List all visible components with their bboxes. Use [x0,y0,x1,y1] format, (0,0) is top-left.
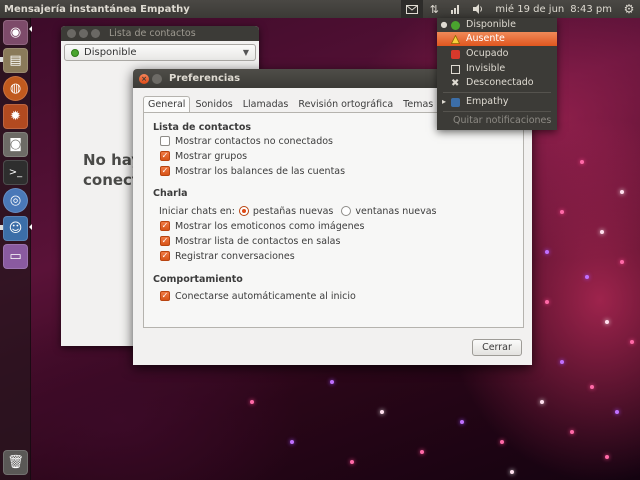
checkbox[interactable] [160,136,170,146]
menu-item-invisible[interactable]: Invisible [437,62,557,76]
camera-icon[interactable]: ◙ [3,132,28,157]
checkbox[interactable]: ✓ [160,236,170,246]
menu-item-label: Disponible [466,19,516,30]
tab-themes[interactable]: Temas [398,96,438,112]
tab-spellcheck[interactable]: Revisión ortográfica [293,96,398,112]
menu-item-label: Desconectado [466,77,534,88]
tab-bar: General Sonidos Llamadas Revisión ortogr… [143,96,438,112]
contact-list-title: Lista de contactos [109,28,196,39]
available-icon [451,20,460,30]
focused-indicator [29,224,32,230]
away-icon [450,34,461,44]
menu-item-away[interactable]: Ausente [437,32,557,46]
selected-bullet-icon: ● [440,20,448,29]
checkbox[interactable]: ✓ [160,251,170,261]
contact-list-titlebar[interactable]: Lista de contactos [61,26,259,41]
tab-general[interactable]: General [143,96,191,112]
offline-icon: ✖ [451,77,460,89]
volume-icon[interactable]: ⇅ [423,0,445,18]
files-icon[interactable]: ▤ [3,48,28,73]
option-label: Mostrar los balances de las cuentas [175,165,346,177]
messaging-menu: ● Disponible Ausente Ocupado Invisible ✖… [437,18,557,130]
checkbox[interactable]: ✓ [160,151,170,161]
option-label: Mostrar los emoticonos como imágenes [175,220,365,232]
clock-date[interactable]: mié 19 de jun [489,4,570,15]
option-show-balances[interactable]: ✓ Mostrar los balances de las cuentas [160,165,345,177]
option-log-conversations[interactable]: ✓ Registrar conversaciones [160,250,295,262]
radio-new-windows-label[interactable]: ventanas nuevas [355,206,436,217]
empathy-icon [451,97,460,107]
menu-item-busy[interactable]: Ocupado [437,47,557,61]
general-pane: Lista de contactos Mostrar contactos no … [143,112,524,328]
app-title: Mensajería instantánea Empathy [4,3,190,15]
radio-new-tabs[interactable] [238,206,249,216]
option-label: Conectarse automáticamente al inicio [175,290,356,302]
option-show-groups[interactable]: ✓ Mostrar grupos [160,150,247,162]
section-title-behavior: Comportamiento [153,274,243,285]
checkbox[interactable]: ✓ [160,166,170,176]
menu-item-clear-notifications[interactable]: Quitar notificaciones [437,114,557,128]
busy-icon [451,49,460,59]
terminal-icon[interactable]: >_ [3,160,28,185]
preferences-title: Preferencias [169,73,241,84]
mail-icon[interactable] [401,0,424,18]
menu-item-empathy[interactable]: ▸ Empathy [437,95,557,109]
tab-calls[interactable]: Llamadas [238,96,294,112]
invisible-icon [451,64,460,74]
minimize-icon[interactable] [152,74,162,84]
launcher: ◉ ▤ ◍ ✹ ◙ >_ ◎ ☺ ▭ 🗑 [0,18,32,480]
checkbox[interactable]: ✓ [160,221,170,231]
menu-item-offline[interactable]: ✖ Desconectado [437,76,557,90]
option-room-contacts[interactable]: ✓ Mostrar lista de contactos en salas [160,235,340,247]
close-icon[interactable] [67,29,76,38]
close-icon[interactable]: × [139,74,149,84]
running-arrow-icon: ▸ [441,97,446,106]
menu-separator [443,111,551,112]
open-chats-row: Iniciar chats en: pestañas nuevas ventan… [159,205,437,217]
maximize-icon[interactable] [91,29,100,38]
section-title-chat: Charla [153,188,188,199]
minimize-icon[interactable] [79,29,88,38]
active-indicator [29,26,32,32]
gear-icon[interactable]: ⚙ [618,0,640,18]
window-icon[interactable]: ▭ [3,244,28,269]
radio-new-windows[interactable] [341,206,352,216]
menu-item-label: Invisible [466,63,506,74]
close-button[interactable]: Cerrar [472,339,522,356]
checkbox[interactable]: ✓ [160,291,170,301]
trash-icon[interactable]: 🗑 [3,450,28,475]
option-label: Registrar conversaciones [175,250,295,262]
top-panel: Mensajería instantánea Empathy ⇅ mié 19 … [0,0,640,18]
option-label: Mostrar lista de contactos en salas [175,235,341,247]
option-autoconnect[interactable]: ✓ Conectarse automáticamente al inicio [160,290,356,302]
menu-separator [443,92,551,93]
menu-item-label: Ausente [466,33,505,44]
option-label: Mostrar contactos no conectados [175,135,333,147]
chromium-icon[interactable]: ◎ [3,188,28,213]
option-show-offline[interactable]: Mostrar contactos no conectados [160,135,333,147]
tab-sounds[interactable]: Sonidos [190,96,237,112]
status-label: Disponible [84,47,137,58]
menu-item-available[interactable]: ● Disponible [437,18,557,32]
menu-item-label: Ocupado [466,48,509,59]
network-icon[interactable] [445,0,467,18]
menu-item-label: Quitar notificaciones [453,115,552,126]
ubuntu-logo-icon[interactable]: ◉ [3,20,28,45]
open-chats-label: Iniciar chats en: [159,205,235,217]
available-icon [71,48,79,57]
firefox-icon[interactable]: ◍ [3,76,28,101]
settings-icon[interactable]: ✹ [3,104,28,129]
menu-item-label: Empathy [466,96,509,107]
empathy-icon[interactable]: ☺ [3,216,28,241]
sound-icon[interactable] [467,0,489,18]
status-selector[interactable]: Disponible ▼ [64,44,256,61]
system-tray: ⇅ mié 19 de jun 8:43 pm ⚙ [401,0,640,18]
chevron-down-icon: ▼ [242,48,249,57]
section-title-contacts: Lista de contactos [153,122,252,133]
radio-new-tabs-label[interactable]: pestañas nuevas [253,206,333,217]
option-emoticons[interactable]: ✓ Mostrar los emoticonos como imágenes [160,220,364,232]
option-label: Mostrar grupos [175,150,248,162]
clock-time[interactable]: 8:43 pm [570,4,618,15]
